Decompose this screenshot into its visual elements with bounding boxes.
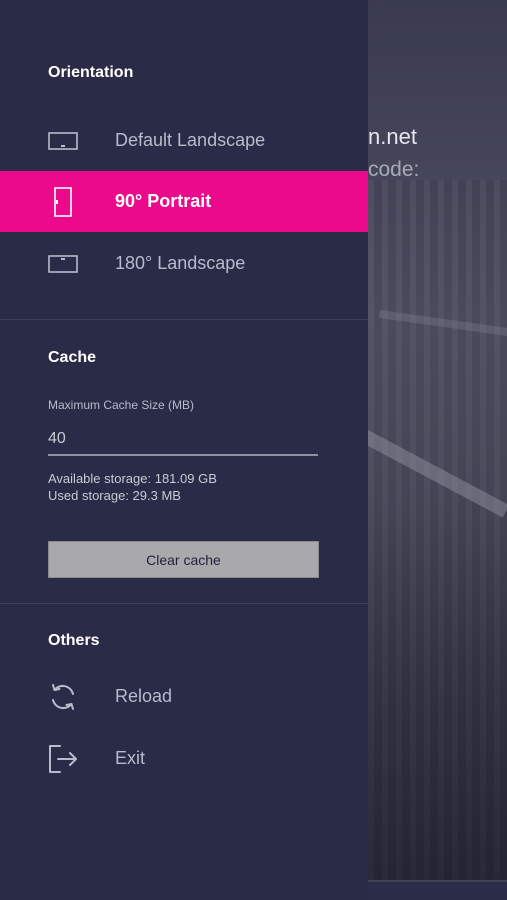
section-divider	[0, 319, 368, 320]
background-bottom-bar	[368, 882, 507, 900]
max-cache-input[interactable]	[48, 424, 318, 456]
orientation-item-label: 180° Landscape	[115, 253, 246, 273]
used-storage-text: Used storage: 29.3 MB	[48, 488, 181, 503]
available-storage-text: Available storage: 181.09 GB	[48, 471, 217, 486]
reload-icon	[48, 682, 78, 712]
max-cache-label: Maximum Cache Size (MB)	[48, 398, 195, 412]
clear-cache-button[interactable]: Clear cache	[48, 541, 319, 578]
exit-item[interactable]: Exit	[0, 728, 368, 789]
portrait-icon	[48, 186, 78, 217]
reload-item[interactable]: Reload	[0, 666, 368, 727]
orientation-default-landscape[interactable]: Default Landscape	[0, 110, 368, 171]
exit-icon	[48, 744, 78, 774]
settings-drawer: Orientation Default Landscape 90° Portra…	[0, 0, 368, 900]
orientation-section-title: Orientation	[48, 64, 134, 81]
section-divider	[0, 603, 368, 604]
cache-section-title: Cache	[48, 349, 97, 366]
others-section-title: Others	[48, 632, 100, 649]
background-photo	[368, 180, 507, 880]
landscape-icon	[48, 126, 78, 156]
background-domain-text: n.net	[368, 124, 417, 149]
exit-label: Exit	[115, 748, 146, 768]
landscape-flipped-icon	[48, 249, 78, 279]
orientation-item-label: 90° Portrait	[115, 191, 212, 211]
reload-label: Reload	[115, 686, 173, 706]
orientation-180-landscape[interactable]: 180° Landscape	[0, 233, 368, 294]
orientation-90-portrait[interactable]: 90° Portrait	[0, 171, 368, 232]
background-code-text: code:	[368, 158, 420, 181]
orientation-item-label: Default Landscape	[115, 130, 266, 150]
